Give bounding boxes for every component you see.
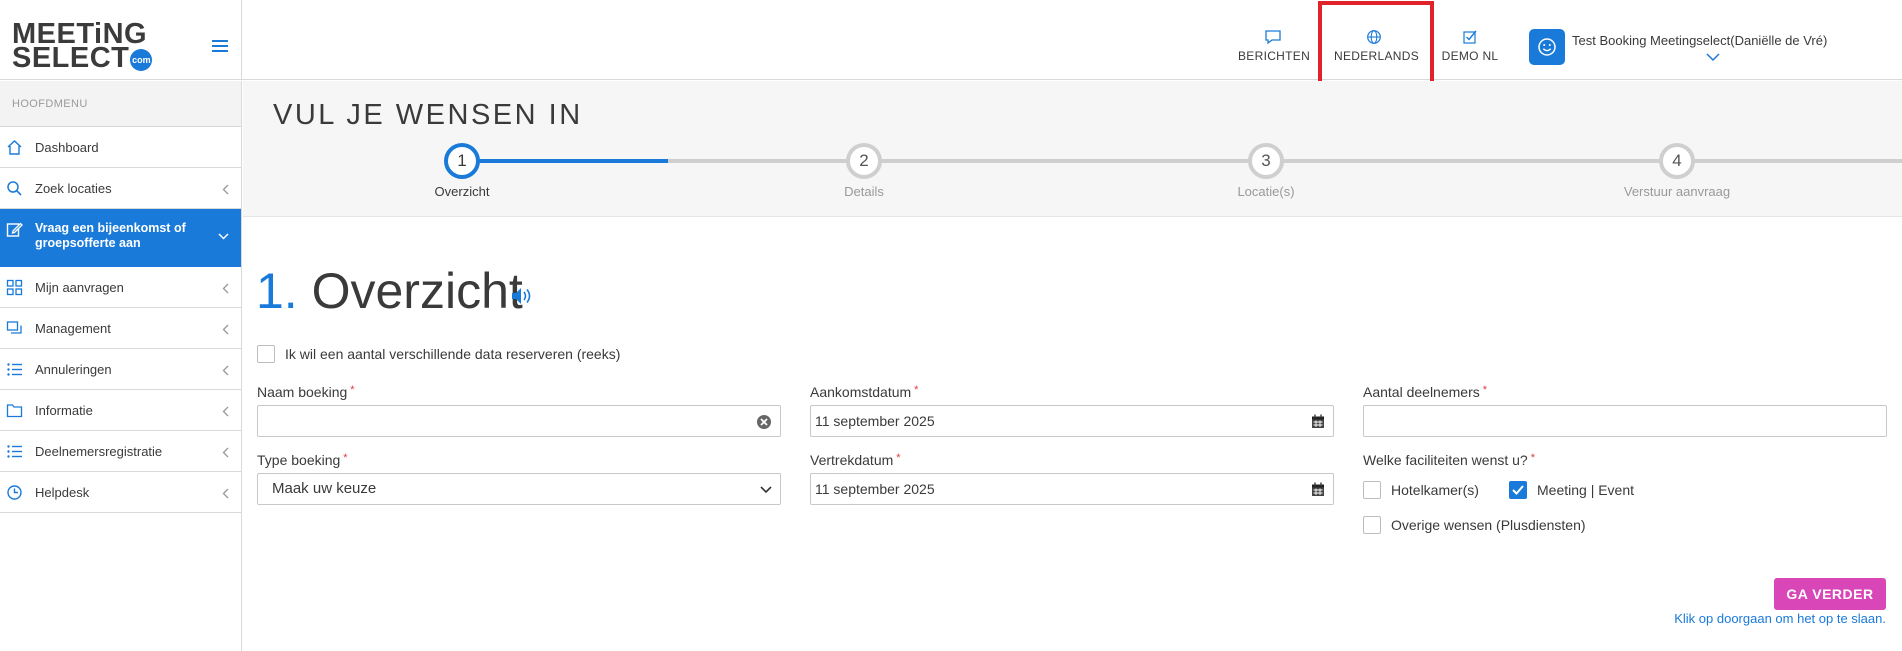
- search-icon: [7, 181, 22, 196]
- chevron-left-icon: [222, 406, 229, 417]
- nav-demo-nl[interactable]: DEMO NL: [1440, 29, 1500, 63]
- edit-icon: [6, 222, 23, 237]
- type-boeking-label: Type boeking *: [257, 452, 348, 468]
- sidebar-item-zoek-locaties[interactable]: Zoek locaties: [0, 168, 241, 209]
- sidebar: HOOFDMENU Dashboard Zoek locaties Vraag …: [0, 81, 242, 651]
- progress-line-filled: [462, 159, 668, 163]
- series-checkbox[interactable]: [257, 345, 275, 363]
- chevron-left-icon: [222, 283, 229, 294]
- checkbox-icon: [1463, 30, 1477, 44]
- vertrekdatum-field[interactable]: 11 september 2025: [810, 473, 1334, 505]
- checkmark-icon: [1512, 485, 1524, 495]
- step-3-circle[interactable]: 3: [1248, 143, 1284, 179]
- aankomstdatum-label: Aankomstdatum *: [810, 384, 919, 400]
- step-4-label: Verstuur aanvraag: [1623, 184, 1731, 199]
- naam-boeking-label: Naam boeking *: [257, 384, 355, 400]
- sidebar-heading: HOOFDMENU: [0, 81, 241, 127]
- calendar-icon[interactable]: [1311, 414, 1325, 429]
- chevron-down-icon: [218, 233, 229, 240]
- hamburger-menu-icon[interactable]: [212, 40, 228, 52]
- aankomstdatum-field[interactable]: 11 september 2025: [810, 405, 1334, 437]
- step-2-circle[interactable]: 2: [846, 143, 882, 179]
- sidebar-item-label: Dashboard: [35, 140, 99, 155]
- speaker-icon[interactable]: [510, 285, 534, 307]
- avatar[interactable]: [1529, 29, 1565, 65]
- chevron-left-icon: [222, 324, 229, 335]
- overige-wensen-label: Overige wensen (Plusdiensten): [1391, 517, 1586, 533]
- list-icon: [7, 445, 22, 458]
- sidebar-item-label: Informatie: [35, 403, 93, 418]
- sidebar-item-vraag-bijeenkomst[interactable]: Vraag een bijeenkomst of groepsofferte a…: [0, 209, 241, 267]
- naam-boeking-field[interactable]: [257, 405, 781, 437]
- nav-berichten-label: BERICHTEN: [1238, 49, 1311, 63]
- sidebar-item-label: Vraag een bijeenkomst of groepsofferte a…: [35, 221, 186, 250]
- chevron-left-icon: [222, 365, 229, 376]
- clock-icon: [7, 485, 22, 500]
- section-title: 1. Overzicht: [256, 262, 523, 320]
- wizard-progress: VUL JE WENSEN IN 1 2 3 4 Overzicht Detai…: [243, 81, 1902, 217]
- logo-line2: SELECT: [12, 42, 130, 74]
- step-2-label: Details: [844, 184, 884, 199]
- meeting-event-label: Meeting | Event: [1537, 482, 1635, 498]
- logo-area: MEETiNG SELECT com: [0, 0, 242, 80]
- sidebar-item-management[interactable]: Management: [0, 308, 241, 349]
- chevron-left-icon: [222, 447, 229, 458]
- meeting-event-checkbox[interactable]: [1509, 481, 1527, 499]
- step-3-label: Locatie(s): [1237, 184, 1295, 199]
- calendar-icon[interactable]: [1311, 482, 1325, 497]
- sidebar-item-dashboard[interactable]: Dashboard: [0, 127, 241, 168]
- section-title-text: Overzicht: [311, 263, 523, 319]
- section-number: 1.: [256, 263, 298, 319]
- hotelkamer-label: Hotelkamer(s): [1391, 482, 1479, 498]
- layers-icon: [6, 321, 22, 334]
- logo[interactable]: MEETiNG SELECT com: [12, 20, 153, 74]
- step-1-label: Overzicht: [434, 184, 490, 199]
- sidebar-item-label: Management: [35, 321, 111, 336]
- sidebar-item-deelnemersregistratie[interactable]: Deelnemersregistratie: [0, 431, 241, 472]
- type-boeking-select[interactable]: Maak uw keuze: [257, 473, 781, 505]
- smiley-icon: [1538, 38, 1556, 56]
- nav-berichten[interactable]: BERICHTEN: [1238, 29, 1311, 63]
- aankomstdatum-value: 11 september 2025: [815, 413, 935, 429]
- sidebar-item-helpdesk[interactable]: Helpdesk: [0, 472, 241, 513]
- aantal-deelnemers-input[interactable]: [1368, 406, 1835, 436]
- overige-wensen-checkbox[interactable]: [1363, 516, 1381, 534]
- clear-icon[interactable]: [756, 414, 772, 430]
- logo-badge: com: [130, 49, 153, 71]
- sidebar-item-label: Deelnemersregistratie: [35, 444, 163, 459]
- aantal-deelnemers-label: Aantal deelnemers *: [1363, 384, 1488, 400]
- type-boeking-value: Maak uw keuze: [272, 480, 377, 497]
- step-4-circle[interactable]: 4: [1659, 143, 1695, 179]
- naam-boeking-input[interactable]: [262, 406, 729, 436]
- list-icon: [7, 363, 22, 376]
- sidebar-item-label: Annuleringen: [35, 362, 112, 377]
- sidebar-item-label: Zoek locaties: [35, 181, 112, 196]
- faciliteiten-label: Welke faciliteiten wenst u? *: [1363, 452, 1535, 468]
- sidebar-item-mijn-aanvragen[interactable]: Mijn aanvragen: [0, 267, 241, 308]
- grid-icon: [6, 279, 23, 296]
- nav-demo-label: DEMO NL: [1441, 49, 1499, 63]
- aantal-deelnemers-field[interactable]: [1363, 405, 1887, 437]
- vertrekdatum-value: 11 september 2025: [815, 481, 935, 497]
- step-1-circle[interactable]: 1: [444, 143, 480, 179]
- vertrekdatum-label: Vertrekdatum *: [810, 452, 901, 468]
- chevron-down-icon: [760, 486, 772, 494]
- chat-icon: [1265, 30, 1281, 45]
- sidebar-item-informatie[interactable]: Informatie: [0, 390, 241, 431]
- user-name[interactable]: Test Booking Meetingselect(Daniëlle de V…: [1572, 33, 1827, 48]
- save-hint-link[interactable]: Klik op doorgaan om het op te slaan.: [1674, 611, 1886, 626]
- sidebar-item-label: Helpdesk: [35, 485, 90, 500]
- home-icon: [7, 140, 22, 155]
- sidebar-item-annuleringen[interactable]: Annuleringen: [0, 349, 241, 390]
- folder-icon: [6, 404, 23, 418]
- chevron-left-icon: [222, 488, 229, 499]
- chevron-down-icon[interactable]: [1706, 53, 1720, 61]
- hotelkamer-checkbox[interactable]: [1363, 481, 1381, 499]
- top-header: MEETiNG SELECT com BERICHTEN NEDERLANDS D…: [0, 0, 1902, 96]
- sidebar-item-label: Mijn aanvragen: [35, 280, 124, 295]
- chevron-left-icon: [222, 184, 229, 195]
- series-checkbox-label: Ik wil een aantal verschillende data res…: [285, 346, 621, 362]
- next-button[interactable]: GA VERDER: [1774, 578, 1886, 610]
- page-title: VUL JE WENSEN IN: [273, 99, 583, 131]
